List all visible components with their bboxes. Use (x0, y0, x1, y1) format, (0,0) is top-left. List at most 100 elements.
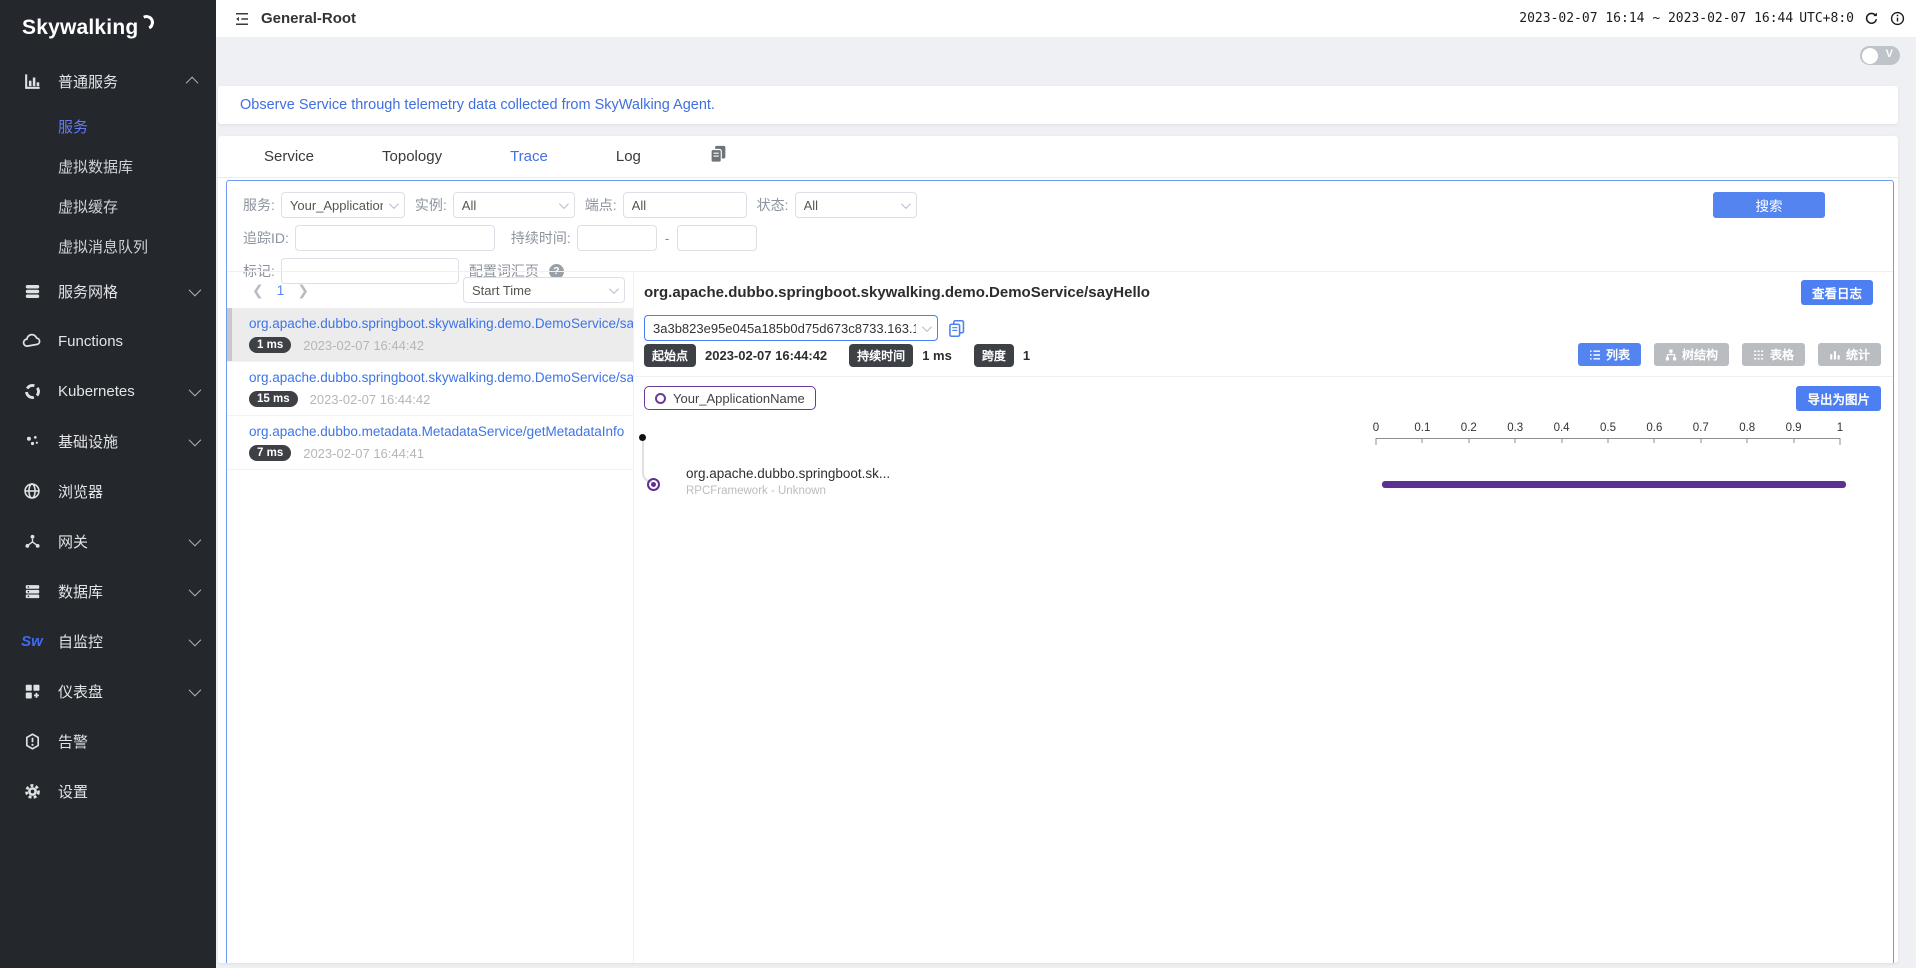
view-tree-button[interactable]: 树结构 (1654, 343, 1729, 366)
chevron-down-icon (189, 583, 202, 596)
view-logs-button[interactable]: 查看日志 (1801, 280, 1873, 305)
info-icon[interactable] (1889, 10, 1906, 27)
service-select[interactable]: Your_ApplicationName (281, 192, 405, 218)
trace-start-time: 2023-02-07 16:44:42 (310, 392, 431, 407)
dots-icon (22, 431, 42, 451)
chevron-down-icon (189, 633, 202, 646)
tab-trace[interactable]: Trace (510, 148, 548, 165)
tab-bar: Service Topology Trace Log (218, 136, 1898, 178)
sidebar: Skywalking 普通服务 服务 虚拟数据库 虚拟缓存 虚拟消息队列 服务网… (0, 0, 216, 968)
tab-topology[interactable]: Topology (382, 148, 442, 165)
sidebar-item-functions[interactable]: Functions (0, 316, 216, 366)
duration-badge: 持续时间 (849, 344, 913, 367)
view-table-button[interactable]: 表格 (1742, 343, 1805, 366)
span-duration-bar[interactable] (1382, 481, 1846, 488)
toggle-label: V (1886, 48, 1893, 60)
globe-icon (22, 481, 42, 501)
chevron-down-icon (189, 433, 202, 446)
table-icon (1753, 349, 1765, 361)
endpoint-input[interactable]: All (623, 192, 747, 218)
dashboard-icon (22, 681, 42, 701)
sidebar-item-alerting[interactable]: 告警 (0, 716, 216, 766)
sidebar-item-gateway[interactable]: 网关 (0, 516, 216, 566)
logo-swoosh-icon (137, 13, 156, 32)
copy-widget-icon[interactable] (709, 144, 727, 169)
duration-value: 1 ms (922, 348, 952, 363)
trace-meta: 起始点 2023-02-07 16:44:42 持续时间 1 ms 跨度 1 (644, 344, 1052, 367)
chevron-down-icon (389, 199, 399, 209)
trace-endpoint-link[interactable]: org.apache.dubbo.springboot.skywalking.d… (249, 370, 623, 385)
banner-text: Observe Service through telemetry data c… (240, 97, 715, 113)
sidebar-item-general-service[interactable]: 普通服务 (0, 56, 216, 106)
alert-icon (22, 731, 42, 751)
start-badge: 起始点 (644, 344, 696, 367)
status-label: 状态: (757, 195, 789, 215)
chevron-down-icon (189, 683, 202, 696)
trace-list-item[interactable]: org.apache.dubbo.springboot.skywalking.d… (227, 362, 633, 416)
time-range-picker[interactable]: 2023-02-07 16:14 ~ 2023-02-07 16:44 (1519, 11, 1793, 26)
search-button[interactable]: 搜索 (1713, 192, 1825, 218)
chevron-down-icon (559, 199, 569, 209)
trace-list-item[interactable]: org.apache.dubbo.springboot.skywalking.d… (227, 308, 633, 362)
trace-id-input[interactable] (295, 225, 495, 251)
sidebar-item-database[interactable]: 数据库 (0, 566, 216, 616)
app-logo[interactable]: Skywalking (0, 0, 216, 56)
span-layer-label: RPCFramework - Unknown (686, 485, 826, 497)
version-toggle[interactable]: V (1860, 46, 1900, 65)
chevron-down-icon (189, 533, 202, 546)
trace-root-node-icon (639, 434, 646, 441)
gear-icon (22, 781, 42, 801)
tab-service[interactable]: Service (264, 148, 314, 165)
instance-label: 实例: (415, 195, 447, 215)
trace-endpoint-link[interactable]: org.apache.dubbo.metadata.MetadataServic… (249, 424, 623, 439)
sort-select[interactable]: Start Time (463, 277, 625, 303)
sidebar-item-dashboards[interactable]: 仪表盘 (0, 666, 216, 716)
export-image-button[interactable]: 导出为图片 (1796, 386, 1881, 411)
duration-separator: - (665, 230, 670, 246)
toolbar: V (216, 37, 1916, 73)
menu-fold-icon[interactable] (233, 10, 251, 28)
endpoint-label: 端点: (585, 195, 617, 215)
kubernetes-icon (22, 381, 42, 401)
sidebar-item-browser[interactable]: 浏览器 (0, 466, 216, 516)
prev-page-button[interactable]: ❮ (245, 282, 271, 299)
span-node-icon[interactable] (647, 478, 660, 491)
sidebar-item-service-mesh[interactable]: 服务网格 (0, 266, 216, 316)
cloud-icon (22, 331, 42, 351)
sidebar-item-virtual-mq[interactable]: 虚拟消息队列 (0, 226, 216, 266)
span-name-link[interactable]: org.apache.dubbo.springboot.sk... (686, 466, 890, 481)
sidebar-item-settings[interactable]: 设置 (0, 766, 216, 816)
trace-id-label: 追踪ID: (243, 228, 289, 248)
next-page-button[interactable]: ❯ (290, 282, 316, 299)
trace-id-select[interactable]: 3a3b823e95e045a185b0d75d673c8733.163.167… (644, 315, 938, 341)
bar-chart-icon (1829, 349, 1841, 361)
tab-log[interactable]: Log (616, 148, 641, 165)
page-number[interactable]: 1 (271, 283, 291, 298)
sidebar-item-service[interactable]: 服务 (0, 106, 216, 146)
status-select[interactable]: All (795, 192, 917, 218)
app-logo-text: Skywalking (22, 16, 138, 40)
divider (634, 376, 1893, 377)
duration-min-input[interactable] (577, 225, 657, 251)
instance-select[interactable]: All (453, 192, 575, 218)
trace-endpoint-link[interactable]: org.apache.dubbo.springboot.skywalking.d… (249, 316, 623, 331)
service-legend-chip[interactable]: Your_ApplicationName (644, 386, 816, 410)
view-list-button[interactable]: 列表 (1578, 343, 1641, 366)
trace-list: ❮ 1 ❯ Start Time org.apache.dubbo.spring… (227, 271, 633, 963)
trace-start-time: 2023-02-07 16:44:42 (303, 338, 424, 353)
gateway-icon (22, 531, 42, 551)
timezone-label: UTC+8:0 (1799, 11, 1854, 26)
refresh-icon[interactable] (1863, 10, 1880, 27)
view-statistics-button[interactable]: 统计 (1818, 343, 1881, 366)
duration-max-input[interactable] (677, 225, 757, 251)
sidebar-item-virtual-cache[interactable]: 虚拟缓存 (0, 186, 216, 226)
sidebar-item-virtual-database[interactable]: 虚拟数据库 (0, 146, 216, 186)
trace-start-time: 2023-02-07 16:44:41 (303, 446, 424, 461)
tree-icon (1665, 349, 1677, 361)
toggle-knob-icon (1862, 48, 1878, 64)
sidebar-item-kubernetes[interactable]: Kubernetes (0, 366, 216, 416)
copy-trace-id-icon[interactable] (948, 319, 965, 338)
sidebar-item-self-observability[interactable]: Sw 自监控 (0, 616, 216, 666)
sidebar-item-infrastructure[interactable]: 基础设施 (0, 416, 216, 466)
trace-list-item[interactable]: org.apache.dubbo.metadata.MetadataServic… (227, 416, 633, 470)
